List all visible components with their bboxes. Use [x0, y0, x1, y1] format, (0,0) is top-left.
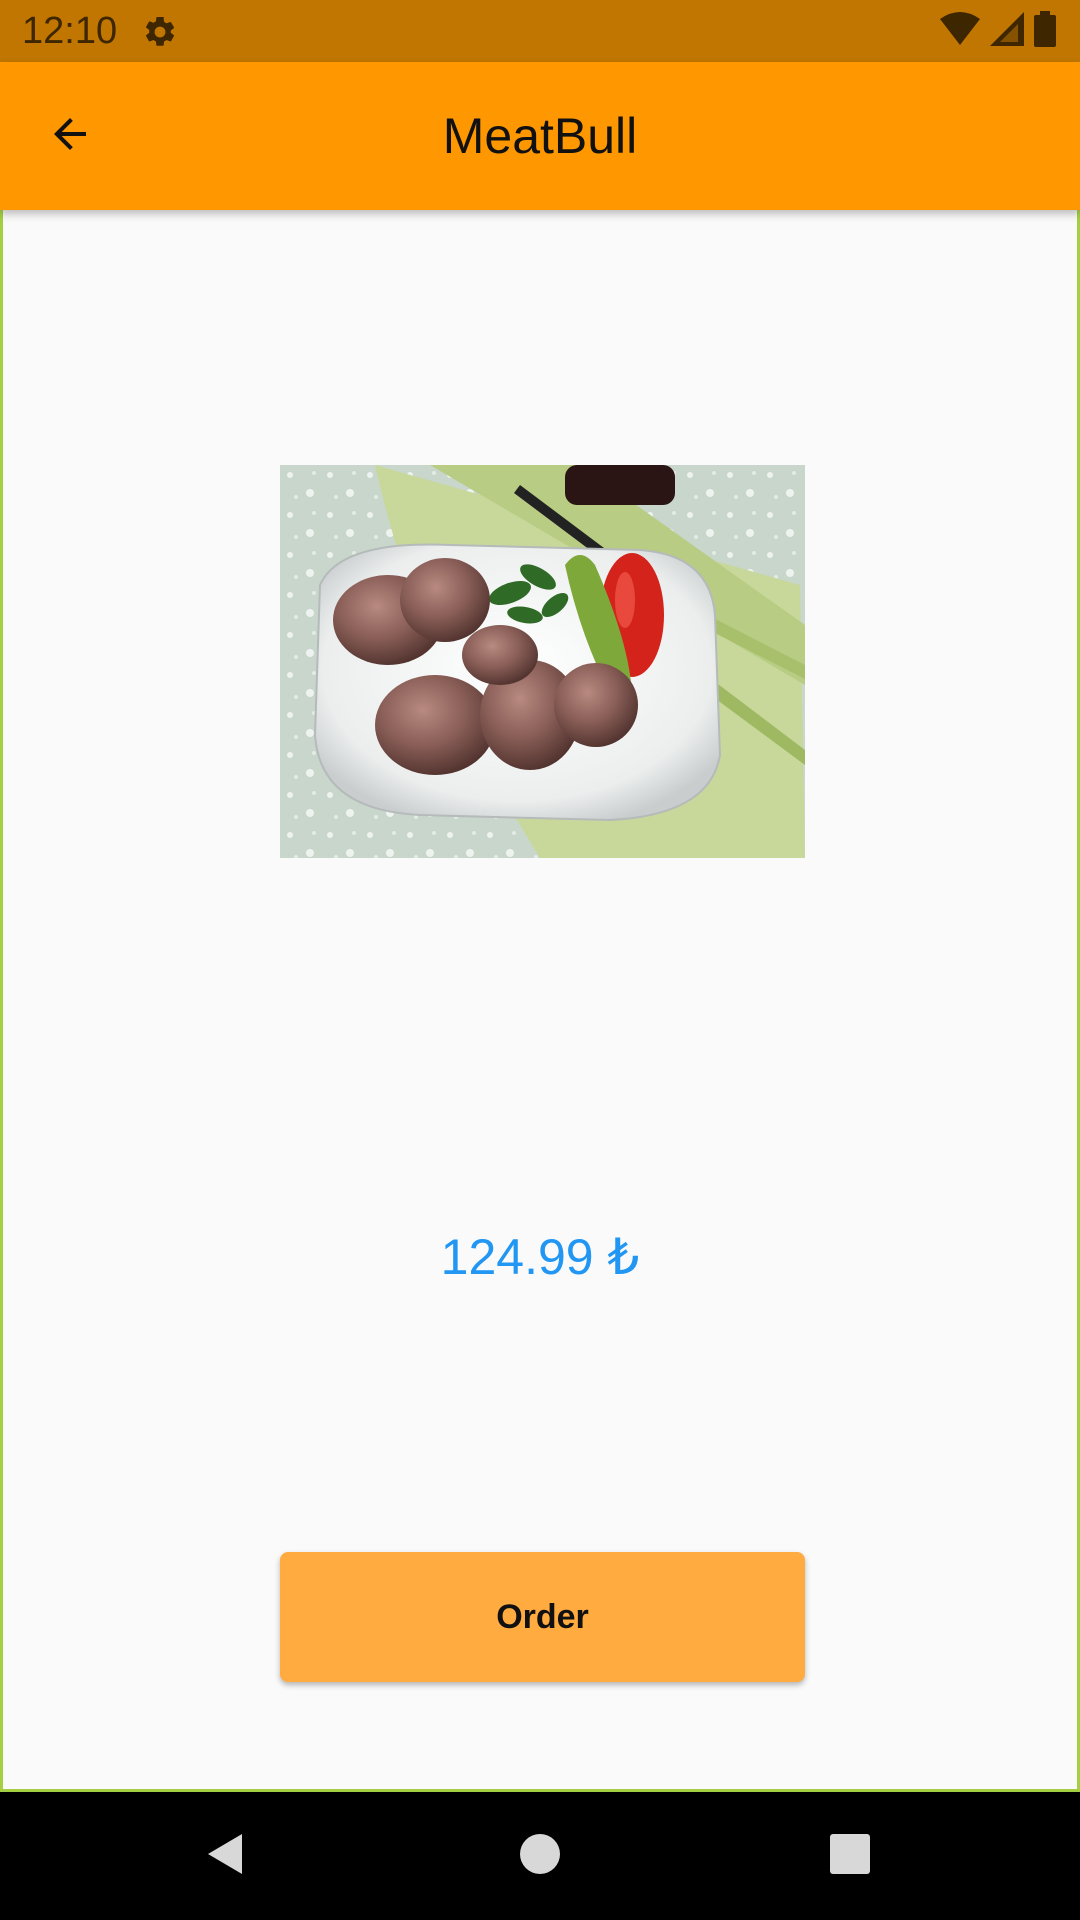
status-time: 12:10	[22, 10, 118, 52]
gear-icon	[142, 14, 178, 50]
product-detail: 124.99 ₺ Order	[0, 210, 1080, 1792]
wifi-icon	[940, 11, 980, 52]
nav-recents-icon	[829, 1833, 871, 1880]
status-bar: 12:10	[0, 0, 1080, 62]
battery-icon	[1034, 10, 1056, 52]
app-screen: 12:10 MeatBull 124.99 ₺ Order	[0, 0, 1080, 1920]
nav-home-button[interactable]	[506, 1822, 574, 1890]
nav-back-icon	[202, 1830, 250, 1883]
product-price: 124.99 ₺	[440, 1229, 640, 1285]
nav-back-button[interactable]	[192, 1822, 260, 1890]
nav-home-icon	[518, 1832, 562, 1881]
page-title: MeatBull	[442, 108, 638, 164]
app-bar: MeatBull	[0, 62, 1080, 210]
order-button[interactable]: Order	[280, 1552, 805, 1682]
signal-icon	[990, 11, 1024, 51]
nav-recents-button[interactable]	[816, 1822, 884, 1890]
product-image	[280, 465, 805, 858]
system-nav-bar	[0, 1792, 1080, 1920]
status-icons	[940, 10, 1056, 52]
